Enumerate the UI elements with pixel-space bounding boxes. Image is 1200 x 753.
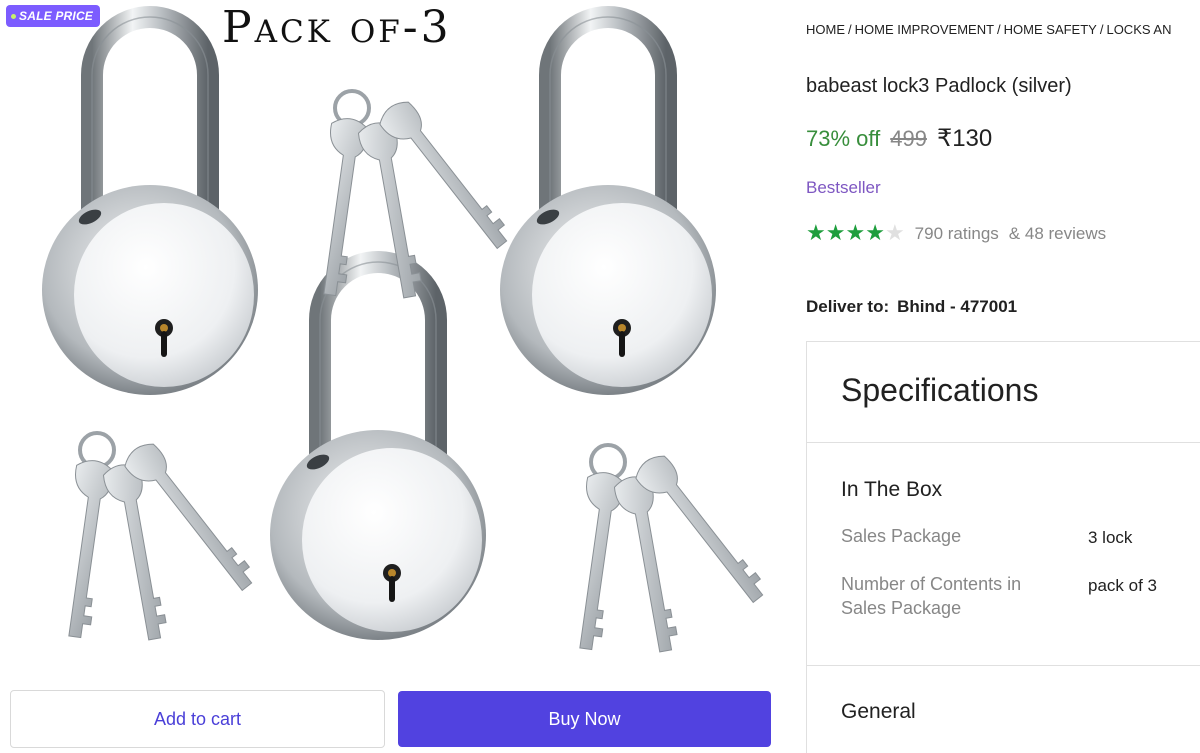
reviews-count[interactable]: & 48 reviews [1009, 224, 1106, 244]
product-gallery[interactable]: SALE PRICE Pack of-3 [0, 0, 790, 680]
delivery-location[interactable]: Deliver to: Bhind - 477001 [806, 297, 1017, 317]
specifications-heading: Specifications [841, 372, 1039, 408]
divider [807, 665, 1200, 666]
ratings-count[interactable]: 790 ratings [915, 224, 999, 244]
product-title: babeast lock3 Padlock (silver) [806, 75, 1072, 97]
keys-bottom-right [561, 443, 772, 657]
star-filled-icon: ★ [825, 221, 846, 246]
sale-price-badge: SALE PRICE [6, 5, 101, 27]
breadcrumb-home[interactable]: HOME [806, 22, 845, 37]
divider [807, 442, 1200, 443]
discount-percent: 73% off [806, 126, 881, 151]
keys-top [305, 89, 516, 303]
star-empty-icon: ★ [884, 221, 905, 246]
purchase-actions: Add to cart Buy Now [0, 680, 790, 753]
add-to-cart-button[interactable]: Add to cart [10, 690, 385, 748]
keys-bottom-left [50, 431, 261, 645]
spec-value-number-of-contents: pack of 3 [1088, 576, 1157, 595]
padlock-center [270, 262, 486, 640]
in-the-box-heading: In The Box [841, 478, 943, 501]
product-info-panel: HOME / HOME IMPROVEMENT / HOME SAFETY / LOCKS … [806, 0, 1200, 753]
rating-row[interactable]: ★ ★ ★ ★ ★ 790 ratings & 48 reviews [806, 222, 1106, 246]
star-filled-icon: ★ [806, 221, 826, 246]
star-filled-icon: ★ [845, 221, 866, 246]
delivery-pincode[interactable]: Bhind - 477001 [897, 297, 1017, 316]
breadcrumb-separator: / [848, 22, 852, 37]
price-row: 73% off 499 ₹130 [806, 124, 992, 153]
deliver-to-label: Deliver to: [806, 297, 890, 316]
spec-label-sales-package: Sales Package [841, 526, 962, 546]
spec-label-number-of-contents: Number of Contents in Sales Package [841, 574, 1022, 618]
star-filled-icon: ★ [865, 221, 885, 246]
pack-of-3-banner: Pack of-3 [222, 2, 452, 53]
sale-price: ₹130 [936, 125, 993, 152]
breadcrumb-home-improvement[interactable]: HOME IMPROVEMENT [855, 22, 994, 37]
padlock-left [42, 17, 258, 395]
breadcrumb-separator: / [997, 22, 1001, 37]
sale-price-label: SALE PRICE [19, 9, 94, 23]
general-heading: General [841, 700, 916, 723]
breadcrumb-locks[interactable]: LOCKS AN [1106, 22, 1171, 37]
product-image [0, 0, 772, 657]
original-price: 499 [890, 126, 927, 151]
breadcrumb: HOME / HOME IMPROVEMENT / HOME SAFETY / LOCKS … [806, 22, 1172, 37]
specifications-card: Specifications In The Box Sales Package … [806, 341, 1200, 753]
badge-dot-icon [11, 13, 16, 19]
breadcrumb-home-safety[interactable]: HOME SAFETY [1004, 22, 1097, 37]
padlock-right [500, 17, 716, 395]
star-rating: ★ ★ ★ ★ ★ [806, 222, 905, 246]
buy-now-button[interactable]: Buy Now [398, 691, 771, 747]
spec-value-sales-package: 3 lock [1088, 528, 1133, 547]
bestseller-tag: Bestseller [806, 178, 881, 197]
